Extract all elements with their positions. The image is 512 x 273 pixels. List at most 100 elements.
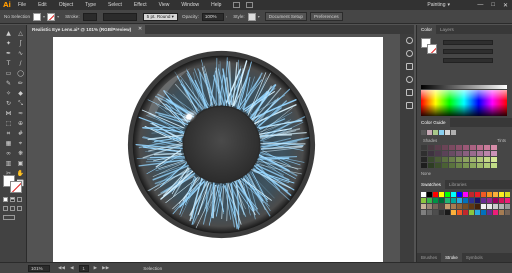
scale-icon[interactable]: ⤡ (16, 100, 25, 108)
canvas-area[interactable] (28, 34, 400, 262)
swatch[interactable] (487, 210, 492, 215)
menu-select[interactable]: Select (102, 2, 128, 8)
color-guide-swatch[interactable] (449, 145, 455, 150)
color-guide-swatch[interactable] (470, 163, 476, 168)
color-guide-swatch[interactable] (484, 151, 490, 156)
tab-layers[interactable]: Layers (436, 25, 458, 34)
warp-icon[interactable]: ≈ (16, 110, 25, 118)
brushes-icon[interactable] (406, 76, 413, 83)
color-guide-swatch[interactable] (435, 145, 441, 150)
variable-width-profile[interactable] (102, 12, 137, 21)
color-guide-swatch[interactable] (442, 163, 448, 168)
color-guide-swatch[interactable] (435, 151, 441, 156)
swatch[interactable] (499, 204, 504, 209)
color-guide-swatch[interactable] (435, 157, 441, 162)
color-mode-icon[interactable] (3, 197, 8, 202)
last-artboard-button[interactable]: ▶▶ (102, 265, 109, 272)
swatch[interactable] (469, 198, 474, 203)
swatch[interactable] (457, 192, 462, 197)
color-guide-swatch[interactable] (456, 145, 462, 150)
swatch[interactable] (481, 204, 486, 209)
color-guide-swatch[interactable] (428, 163, 434, 168)
first-artboard-button[interactable]: ◀◀ (58, 265, 65, 272)
blend-icon[interactable]: ∞ (4, 150, 13, 158)
color-guide-swatch[interactable] (484, 163, 490, 168)
screen-mode-icon[interactable] (3, 215, 15, 220)
color-guide-swatch[interactable] (428, 145, 434, 150)
tab-color-guide[interactable]: Color Guide (417, 118, 450, 127)
preferences-button[interactable]: Preferences (309, 12, 343, 21)
eye-illustration[interactable] (126, 49, 317, 240)
harmony-swatch[interactable] (445, 130, 450, 135)
harmony-swatch[interactable] (421, 130, 426, 135)
paintbrush-icon[interactable]: ✎ (4, 80, 13, 88)
harmony-swatches[interactable] (417, 127, 512, 138)
color-guide-swatch[interactable] (477, 163, 483, 168)
workspace-switcher[interactable]: Painting ▾ (427, 1, 450, 8)
stroke-color-box[interactable] (10, 181, 22, 193)
swatch[interactable] (439, 192, 444, 197)
color-guide-swatch[interactable] (491, 163, 497, 168)
rectangle-icon[interactable]: ▭ (4, 70, 13, 78)
swatch[interactable] (457, 198, 462, 203)
width-icon[interactable]: ⋈ (4, 110, 13, 118)
swatch[interactable] (505, 192, 510, 197)
stroke-weight-field[interactable] (82, 12, 97, 21)
swatch[interactable] (421, 198, 426, 203)
swatch[interactable] (499, 210, 504, 215)
tab-color[interactable]: Color (417, 25, 436, 34)
swatch[interactable] (427, 210, 432, 215)
mesh-icon[interactable]: # (16, 130, 25, 138)
swatch[interactable] (493, 198, 498, 203)
swatches-icon[interactable] (406, 63, 413, 70)
swatch[interactable] (469, 204, 474, 209)
color-guide-swatch[interactable] (442, 151, 448, 156)
artboard[interactable] (53, 37, 383, 262)
tab-brushes[interactable]: Brushes (417, 253, 441, 262)
prev-artboard-button[interactable]: ◀ (70, 265, 74, 272)
swatch[interactable] (451, 210, 456, 215)
swatch[interactable] (481, 198, 486, 203)
color-guide-swatch[interactable] (477, 145, 483, 150)
color-guide-swatch[interactable] (477, 157, 483, 162)
swatch[interactable] (463, 210, 468, 215)
harmony-swatch[interactable] (433, 130, 438, 135)
swatch[interactable] (451, 192, 456, 197)
swatch[interactable] (445, 192, 450, 197)
color-guide-swatch[interactable] (484, 157, 490, 162)
menu-type[interactable]: Type (79, 2, 102, 8)
swatch[interactable] (505, 210, 510, 215)
color-guide-swatch[interactable] (484, 145, 490, 150)
grayscale-ramp[interactable] (421, 85, 507, 89)
tab-symbols[interactable]: Symbols (462, 253, 487, 262)
lasso-icon[interactable]: ʃ (16, 40, 25, 48)
menu-window[interactable]: Window (175, 2, 205, 8)
color-guide-swatch[interactable] (442, 157, 448, 162)
line-icon[interactable]: / (16, 60, 25, 68)
swatch[interactable] (499, 198, 504, 203)
swatch[interactable] (433, 204, 438, 209)
arrange-documents-icon[interactable] (246, 2, 254, 8)
tab-libraries[interactable]: Libraries (445, 180, 471, 189)
free-transform-icon[interactable]: ⬚ (4, 120, 13, 128)
color-guide-swatch[interactable] (421, 157, 427, 162)
color-spectrum[interactable] (421, 90, 507, 116)
menu-view[interactable]: View (153, 2, 176, 8)
color-guide-swatch[interactable] (428, 151, 434, 156)
color-guide-icon[interactable] (406, 50, 413, 57)
selection-icon[interactable]: ▲ (4, 30, 13, 38)
swatch[interactable] (481, 192, 486, 197)
color-slider-b[interactable] (443, 58, 493, 63)
bridge-icon[interactable] (233, 2, 241, 8)
stroke-swatch[interactable] (47, 12, 56, 21)
menu-help[interactable]: Help (205, 2, 227, 8)
color-guide-swatch[interactable] (491, 151, 497, 156)
close-icon[interactable]: ✕ (138, 25, 142, 34)
color-guide-swatch[interactable] (463, 145, 469, 150)
document-setup-button[interactable]: Document Setup (264, 12, 307, 21)
swatch[interactable] (439, 210, 444, 215)
color-guide-swatch[interactable] (449, 163, 455, 168)
curvature-icon[interactable]: ∿ (16, 50, 25, 58)
color-guide-swatch[interactable] (435, 163, 441, 168)
swatch[interactable] (421, 210, 426, 215)
